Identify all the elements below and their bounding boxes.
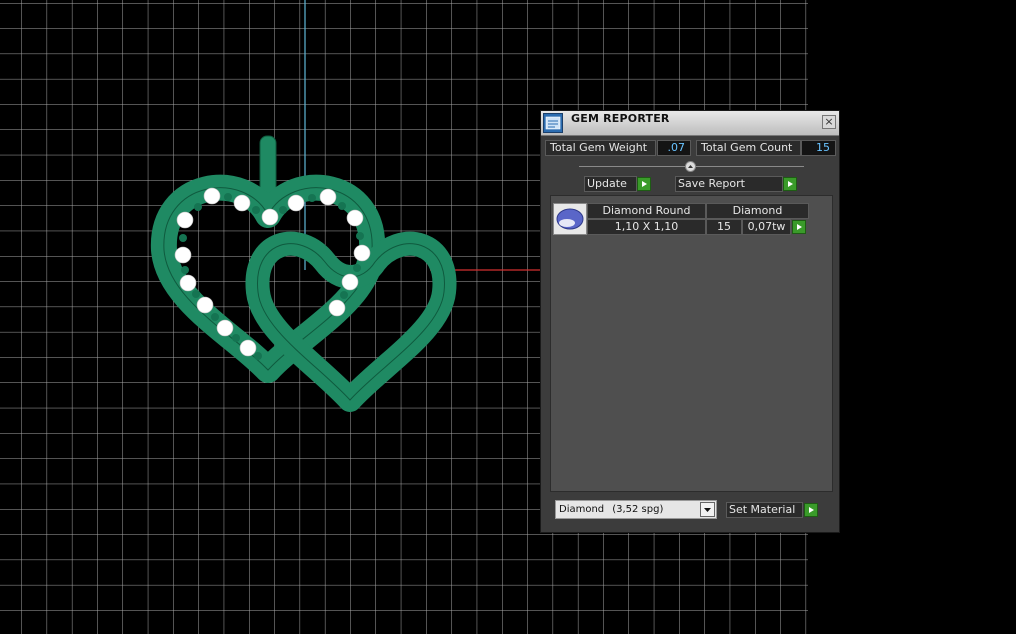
gem-weight-cell: 0,07tw bbox=[742, 219, 791, 235]
material-dropdown[interactable]: Diamond (3,52 spg) bbox=[555, 500, 717, 519]
set-material-play-icon[interactable] bbox=[804, 503, 818, 517]
close-button[interactable]: × bbox=[822, 115, 836, 129]
update-play-icon[interactable] bbox=[637, 177, 651, 191]
save-report-play-icon[interactable] bbox=[783, 177, 797, 191]
material-density: (3,52 spg) bbox=[612, 504, 664, 515]
collapse-arrow-icon[interactable] bbox=[685, 161, 696, 172]
gem-material-cell: Diamond bbox=[706, 203, 809, 219]
set-material-button[interactable]: Set Material bbox=[726, 502, 803, 518]
save-report-button[interactable]: Save Report bbox=[675, 176, 783, 192]
total-gem-weight-value: .07 bbox=[657, 140, 691, 156]
gem-count-cell: 15 bbox=[706, 219, 742, 235]
gem-size-cell: 1,10 X 1,10 bbox=[587, 219, 706, 235]
gem-reporter-icon bbox=[543, 113, 563, 133]
3d-viewport[interactable] bbox=[0, 0, 1016, 634]
gem-list[interactable]: Diamond Round Diamond 1,10 X 1,10 15 0,0… bbox=[550, 195, 833, 492]
total-gem-weight-label: Total Gem Weight bbox=[545, 140, 656, 156]
material-name: Diamond bbox=[559, 504, 605, 515]
gem-reporter-window[interactable]: GEM REPORTER × Total Gem Weight .07 Tota… bbox=[540, 110, 840, 533]
dropdown-arrow-icon[interactable] bbox=[700, 502, 715, 517]
gem-shape-cell: Diamond Round bbox=[587, 203, 706, 219]
diamond-round-icon[interactable] bbox=[553, 203, 587, 235]
total-gem-count-value: 15 bbox=[801, 140, 836, 156]
total-gem-count-label: Total Gem Count bbox=[696, 140, 801, 156]
window-title: GEM REPORTER bbox=[571, 112, 670, 125]
title-bar[interactable]: GEM REPORTER × bbox=[541, 111, 839, 136]
gem-row-play-icon[interactable] bbox=[792, 220, 806, 234]
update-button[interactable]: Update bbox=[584, 176, 637, 192]
